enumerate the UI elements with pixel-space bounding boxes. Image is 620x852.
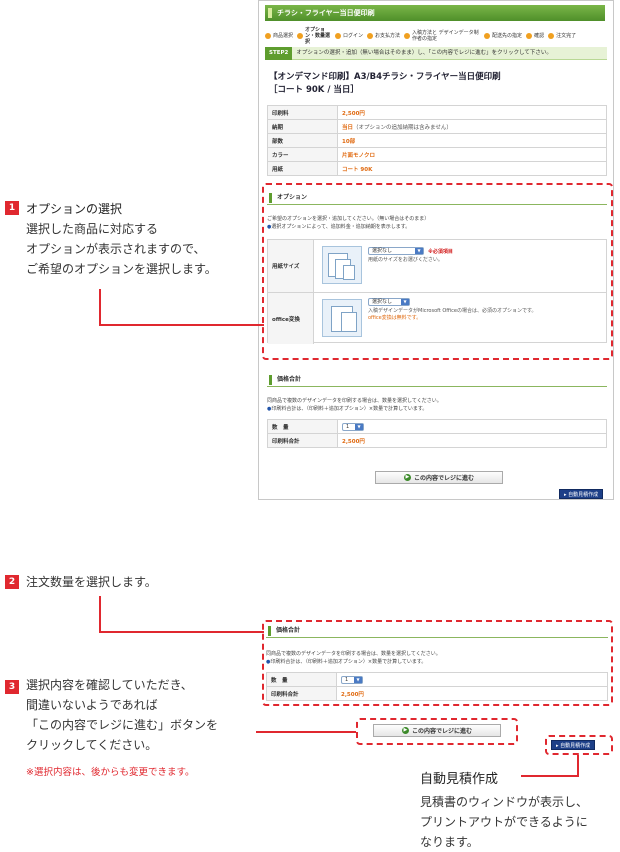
annotation-2-text: 注文数量を選択します。 <box>26 575 157 589</box>
step-dot-icon <box>484 33 491 39</box>
step-item: 確認 <box>526 33 544 39</box>
table-row: 数 量 1 ▼ <box>267 419 607 434</box>
chevron-down-icon: ▼ <box>354 676 362 683</box>
leader-line <box>577 755 579 777</box>
product-title: 【オンデマンド印刷】A3/B4チラシ・フライヤー当日便印刷 ［コート 90K /… <box>269 72 501 95</box>
step-tag: STEP2 <box>265 47 293 60</box>
step-item: 配送先の指定 <box>484 33 522 39</box>
step-number-3: 3 <box>5 680 19 694</box>
step-item: 注文完了 <box>548 33 576 39</box>
step-dot-icon <box>367 33 374 39</box>
step-dot-icon <box>265 33 271 39</box>
step-item: ログイン <box>335 33 363 39</box>
step-dot-icon <box>335 33 342 39</box>
table-row: 印刷料 2,500円 <box>267 105 607 120</box>
checkout-button[interactable]: ▶ この内容でレジに進む <box>375 471 503 484</box>
leader-line <box>99 289 101 325</box>
step-progress: 商品選択 オプション・数量選択 ログイン お支払方法 入稿方法と デザインデータ… <box>265 27 610 45</box>
table-row: カラー 片面モノクロ <box>267 147 607 162</box>
auto-estimate-title: 自動見積作成 <box>420 772 499 787</box>
leader-line <box>256 731 356 733</box>
step-item: 商品選択 <box>265 33 293 39</box>
annotation-3-note: ※選択内容は、後からも変更できます。 <box>26 767 195 778</box>
step-item: 入稿方法と デザインデータ制作者の指定 <box>404 30 480 42</box>
step-dot-icon <box>526 33 533 39</box>
auto-estimate-button-zoom[interactable]: ▸ 自動見積作成 <box>551 740 596 750</box>
price-description: 同商品で複数のデザインデータを印刷する場合は、数量を選択してください。 ●印刷料… <box>267 398 442 412</box>
table-row: 部数 10部 <box>267 133 607 148</box>
price-heading: 価格合計 <box>267 373 607 387</box>
price-heading-zoom: 価格合計 <box>266 624 608 638</box>
chevron-down-icon: ▼ <box>355 423 363 430</box>
step-dot-icon <box>548 33 555 39</box>
arrow-right-icon: ▶ <box>403 474 411 481</box>
quantity-select[interactable]: 1 ▼ <box>341 675 363 684</box>
checkout-button-zoom[interactable]: ▶ この内容でレジに進む <box>373 724 501 737</box>
step-item-current: オプション・数量選択 <box>297 27 331 45</box>
page-header: チラシ・フライヤー当日便印刷 <box>265 5 605 21</box>
quantity-select[interactable]: 1 ▼ <box>342 422 364 431</box>
arrow-right-icon: ▶ <box>401 727 409 734</box>
leader-line <box>99 324 264 326</box>
auto-estimate-button[interactable]: ▸ 自動見積作成 <box>559 489 604 499</box>
step-instruction-bar: STEP2 オプションの選択・追加（無い場合はそのまま）し、「この内容でレジに進む… <box>265 47 607 60</box>
table-row: 印刷料合計 2,500円 <box>266 686 608 701</box>
step-dot-icon <box>404 33 411 39</box>
leader-line <box>99 596 101 633</box>
leader-line <box>99 631 264 633</box>
leader-line <box>521 775 577 777</box>
table-row: 納期 当日（オプションの追加納期は含みません） <box>267 119 607 134</box>
option-highlight <box>262 183 613 360</box>
table-row: 数 量 1 ▼ <box>266 672 608 687</box>
auto-estimate-text: 見積書のウィンドウが表示し、 プリントアウトができるように なります。 <box>420 795 589 849</box>
price-table-zoom: 数 量 1 ▼ 印刷料合計 2,500円 <box>266 672 608 701</box>
price-description-zoom: 同商品で複数のデザインデータを印刷する場合は、数量を選択してください。 ●印刷料… <box>266 651 441 665</box>
step-dot-icon <box>297 33 304 39</box>
step-number-1: 1 <box>5 201 19 215</box>
spec-table: 印刷料 2,500円 納期 当日（オプションの追加納期は含みません） 部数 10部 カ… <box>267 105 607 176</box>
annotation-3-text: 選択内容を確認していただき、 間違いないようであれば 「この内容でレジに進む」ボ… <box>26 678 219 752</box>
annotation-1-text: 選択した商品に対応する オプションが表示されますので、 ご希望のオプションを選択… <box>26 222 217 276</box>
table-row: 用紙 コート 90K <box>267 161 607 176</box>
annotation-1-title: オプションの選択 <box>26 202 123 216</box>
step-item: お支払方法 <box>367 33 400 39</box>
step-number-2: 2 <box>5 575 19 589</box>
step-instruction: オプションの選択・追加（無い場合はそのまま）し、「この内容でレジに進む」をクリッ… <box>296 50 552 56</box>
table-row: 印刷料合計 2,500円 <box>267 433 607 448</box>
price-table: 数 量 1 ▼ 印刷料合計 2,500円 <box>267 419 607 448</box>
